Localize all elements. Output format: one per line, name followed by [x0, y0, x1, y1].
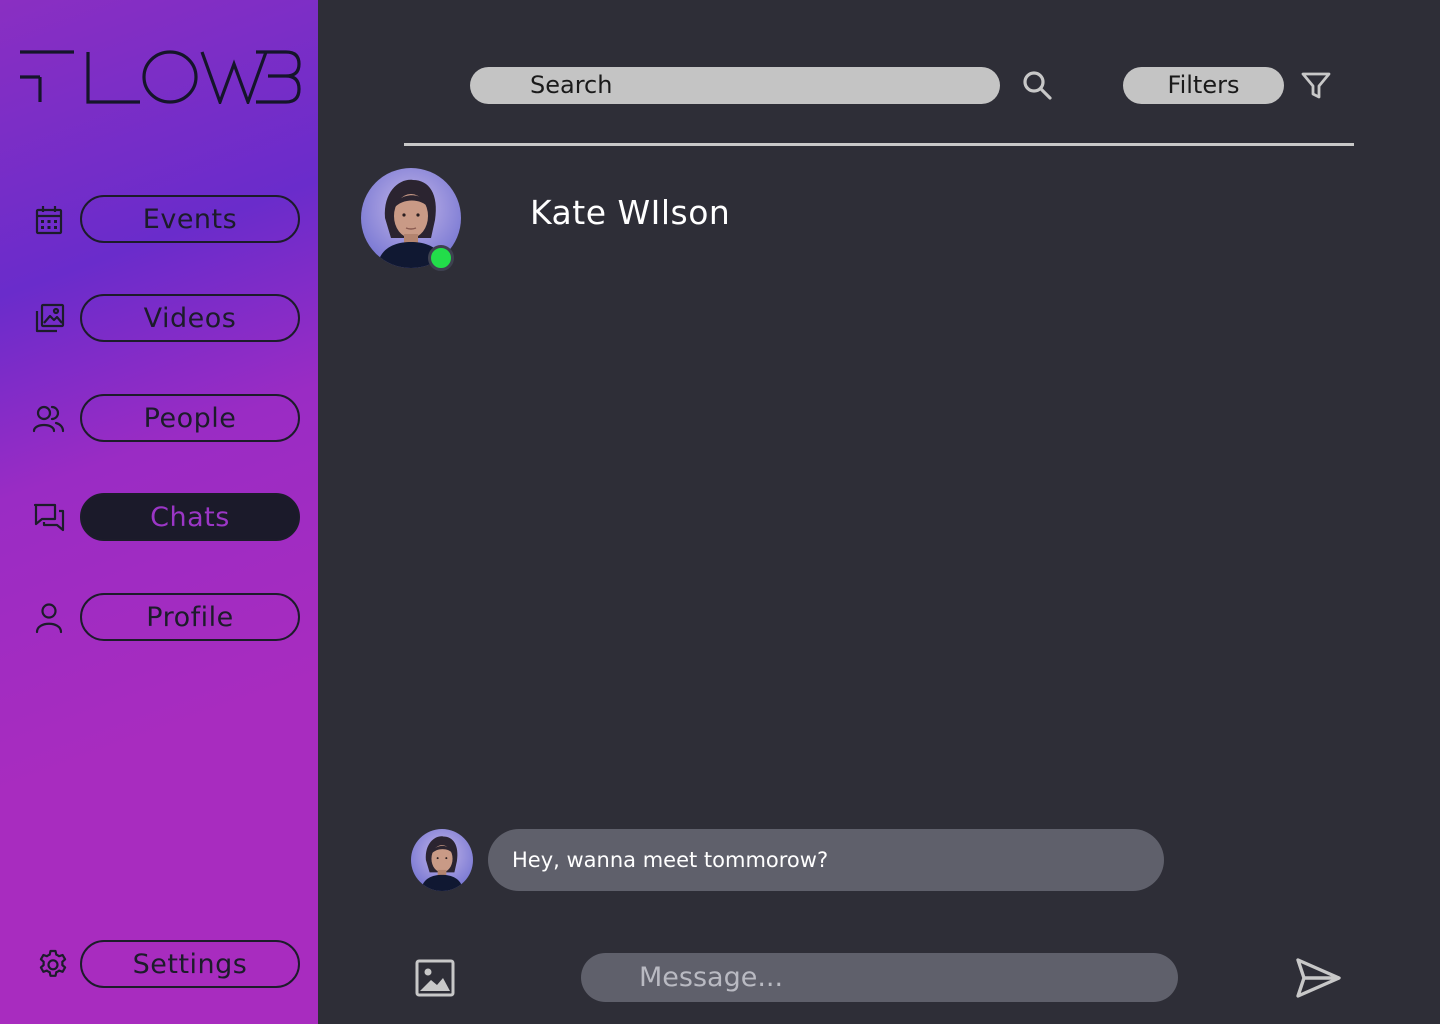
chats-button[interactable]: Chats [80, 493, 300, 541]
settings-button[interactable]: Settings [80, 940, 300, 988]
send-icon[interactable] [1294, 956, 1342, 1000]
events-button[interactable]: Events [80, 195, 300, 243]
profile-button[interactable]: Profile [80, 593, 300, 641]
message-input[interactable] [581, 953, 1178, 1002]
calendar-icon [32, 203, 66, 237]
filter-icon[interactable] [1300, 70, 1332, 102]
header-divider [404, 143, 1354, 146]
search-icon[interactable] [1020, 68, 1054, 102]
sidebar-item-settings[interactable]: Settings [0, 940, 318, 988]
gear-icon [36, 948, 70, 982]
sidebar-item-profile[interactable]: Profile [0, 593, 318, 641]
contact-name: Kate WIlson [530, 193, 731, 232]
people-icon [32, 402, 66, 436]
gallery-icon [32, 302, 66, 336]
flow3-logo [20, 50, 301, 104]
user-icon [32, 601, 66, 635]
sidebar-item-chats[interactable]: Chats [0, 493, 318, 541]
sidebar: Events Videos People Chats Profile Setti… [0, 0, 318, 1024]
attach-image-icon[interactable] [414, 957, 456, 999]
filters-button[interactable]: Filters [1123, 67, 1284, 104]
message-avatar [411, 829, 473, 891]
sidebar-item-videos[interactable]: Videos [0, 294, 318, 342]
videos-button[interactable]: Videos [80, 294, 300, 342]
search-input[interactable]: Search [470, 67, 1000, 104]
sidebar-item-events[interactable]: Events [0, 195, 318, 243]
online-status-indicator [428, 245, 454, 271]
people-button[interactable]: People [80, 394, 300, 442]
message-bubble: Hey, wanna meet tommorow? [488, 829, 1164, 891]
sidebar-item-people[interactable]: People [0, 394, 318, 442]
chat-icon [32, 501, 66, 535]
